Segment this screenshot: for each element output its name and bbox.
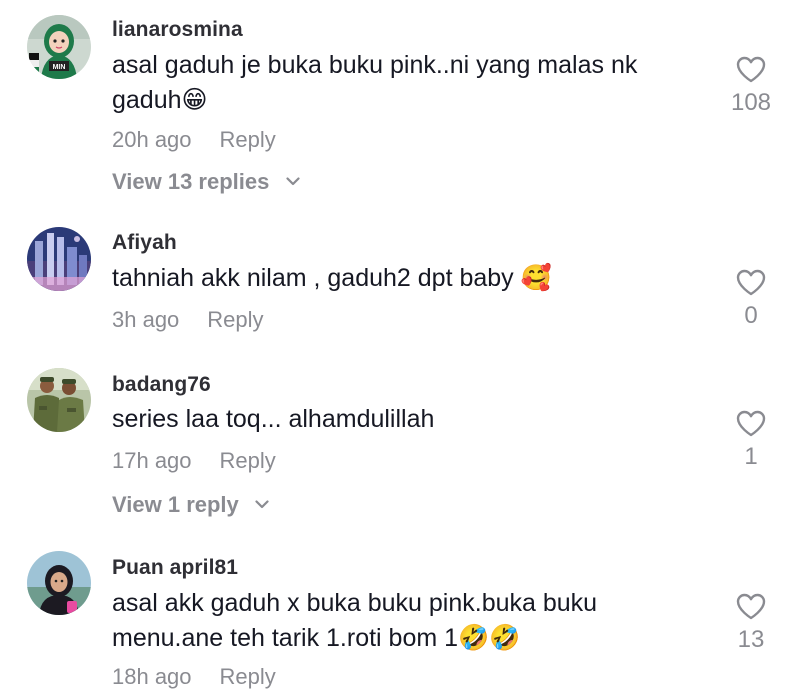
reply-button[interactable]: Reply [220, 448, 276, 473]
like-group: 1 [716, 410, 786, 471]
comment-timestamp: 17h ago [112, 448, 192, 473]
chevron-down-icon [285, 177, 300, 185]
comment-text: asal akk gaduh x buka buku pink.buka buk… [112, 589, 598, 652]
like-count: 0 [744, 302, 758, 329]
like-count: 108 [730, 89, 772, 116]
comment-timestamp: 20h ago [112, 127, 192, 152]
heart-outline-icon[interactable] [736, 269, 766, 296]
comment-meta: 17h ago Reply [112, 448, 276, 474]
avatar[interactable] [27, 551, 91, 615]
avatar-city-skyline-icon [27, 227, 91, 291]
comment-username[interactable]: badang76 [112, 373, 211, 397]
heart-outline-icon[interactable] [736, 56, 766, 83]
comment-text: series laa toq... alhamdulillah [112, 405, 435, 433]
reply-button[interactable]: Reply [220, 664, 276, 689]
avatar-woman-hijab-icon [27, 551, 91, 615]
comment-timestamp: 3h ago [112, 307, 180, 332]
comment-timestamp: 18h ago [112, 664, 192, 689]
like-count: 13 [737, 626, 765, 653]
like-group: 13 [716, 593, 786, 654]
comment-text: tahniah akk nilam , gaduh2 dpt baby 🥰 [112, 264, 552, 292]
comment-meta: 3h ago Reply [112, 307, 264, 333]
comment-username[interactable]: Afiyah [112, 231, 177, 255]
view-replies-button[interactable]: View 13 replies [112, 169, 300, 195]
heart-outline-icon[interactable] [736, 593, 766, 620]
comment-username[interactable]: lianarosmina [112, 18, 243, 42]
comment-meta: 18h ago Reply [112, 664, 276, 690]
avatar-badge-text: MIN [53, 64, 66, 71]
comment-meta: 20h ago Reply [112, 127, 276, 153]
chevron-down-icon [255, 500, 269, 508]
avatar[interactable]: MIN [27, 15, 91, 79]
like-group: 108 [716, 56, 786, 117]
view-replies-label: View 13 replies [112, 169, 270, 194]
comment-text: asal gaduh je buka buku pink..ni yang ma… [112, 51, 638, 114]
view-replies-label: View 1 reply [112, 492, 239, 517]
avatar-girl-green-hijab-icon: MIN [27, 15, 91, 79]
heart-outline-icon[interactable] [736, 410, 766, 437]
avatar[interactable] [27, 227, 91, 291]
comment-username[interactable]: Puan april81 [112, 556, 238, 580]
avatar[interactable] [27, 368, 91, 432]
like-group: 0 [716, 269, 786, 330]
like-count: 1 [744, 443, 758, 470]
avatar-soldiers-icon [27, 368, 91, 432]
reply-button[interactable]: Reply [220, 127, 276, 152]
reply-button[interactable]: Reply [207, 307, 263, 332]
view-replies-button[interactable]: View 1 reply [112, 492, 269, 518]
